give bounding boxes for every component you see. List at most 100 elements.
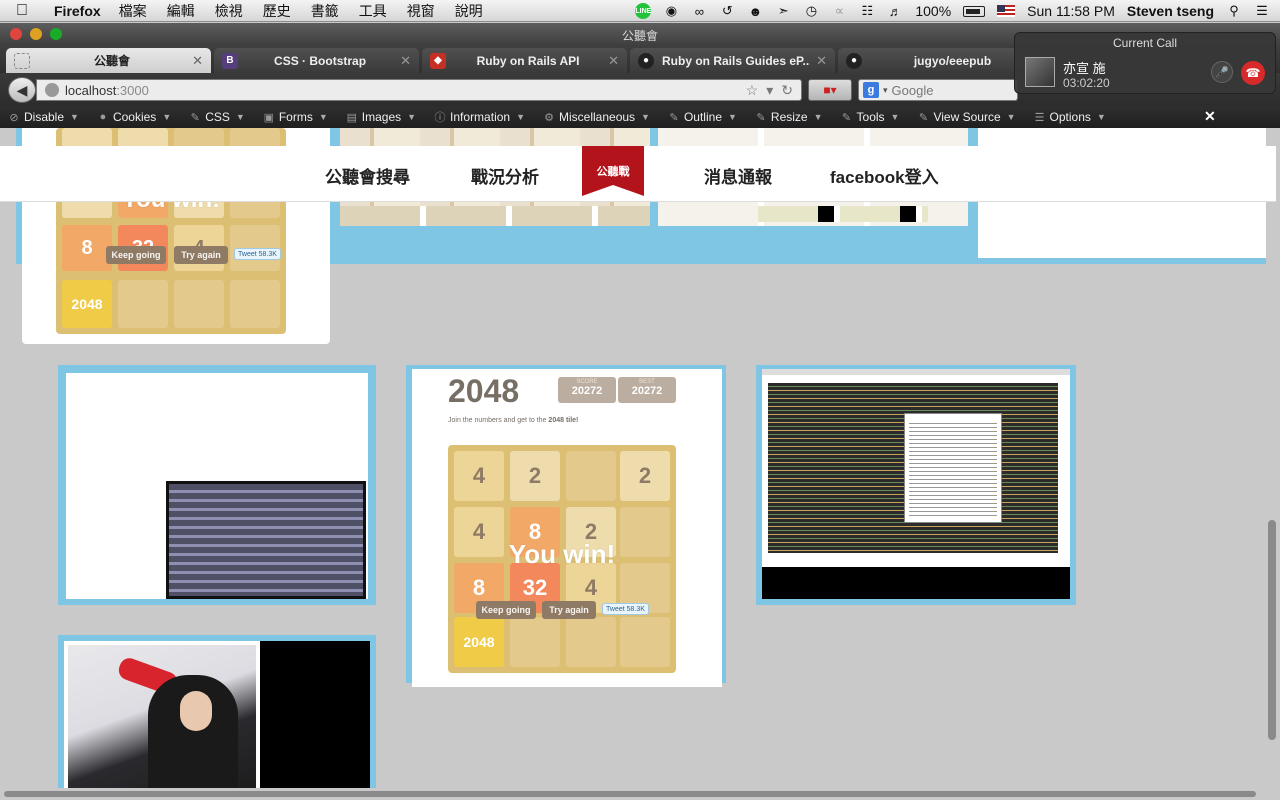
page-content: 8 32 4 2048 You win! Keep going Try agai… (0, 128, 1266, 800)
devbar-css[interactable]: ✎ CSS ▼ (181, 110, 255, 124)
menu-help[interactable]: 說明 (455, 1, 483, 21)
menu-file[interactable]: 檔案 (119, 1, 147, 21)
devbar-close-icon[interactable]: ✕ (1204, 108, 1216, 125)
photo-card[interactable] (58, 635, 376, 800)
menu-window[interactable]: 視窗 (407, 1, 435, 21)
line-app-icon[interactable]: LINE (635, 3, 652, 19)
tab-close-icon[interactable]: ✕ (192, 53, 203, 69)
menubar-user[interactable]: Steven tseng (1127, 3, 1214, 19)
score-box: SCORE 20272 (558, 377, 616, 403)
time-machine-icon[interactable]: ◷ (803, 3, 819, 19)
vertical-scrollbar[interactable] (1266, 146, 1280, 792)
devbar-images[interactable]: ▤ Images ▼ (338, 110, 426, 124)
misc-icon: ⚙ (544, 111, 554, 124)
chevron-down-icon: ▼ (1006, 112, 1016, 122)
card-black-strip (762, 567, 1070, 599)
try-again-button[interactable]: Try again (174, 246, 228, 264)
url-bar[interactable]: localhost:3000 ☆ ▾ ↻ (36, 79, 802, 101)
history-dropdown-icon[interactable]: ▾ (766, 82, 773, 99)
skype-icon[interactable]: ➣ (775, 3, 791, 19)
bluetooth-icon[interactable]: ∝ (831, 3, 847, 19)
site-identity-icon[interactable] (45, 83, 59, 97)
devbar-label: Miscellaneous (559, 110, 636, 124)
site-logo[interactable]: 公聽戰 (582, 146, 644, 196)
menu-edit[interactable]: 編輯 (167, 1, 195, 21)
nav-analysis[interactable]: 戰況分析 (471, 163, 539, 188)
tweet-button[interactable]: Tweet 58.3K (602, 603, 649, 615)
devbar-options[interactable]: ☰ Options ▼ (1026, 110, 1116, 124)
keep-going-button[interactable]: Keep going (476, 601, 536, 619)
menu-history[interactable]: 歷史 (263, 1, 291, 21)
elephant-icon[interactable]: ☻ (747, 3, 763, 19)
resize-icon: ✎ (756, 111, 766, 124)
current-call-panel[interactable]: Current Call 亦宣 施 03:02:20 🎤 ☎ (1014, 32, 1276, 94)
tweet-button[interactable]: Tweet 58.3K (234, 248, 281, 260)
tab-close-icon[interactable]: ✕ (816, 53, 827, 69)
devbar-cookies[interactable]: ● Cookies ▼ (89, 110, 181, 124)
photo-card[interactable] (756, 365, 1076, 605)
search-bar[interactable]: g ▾ Google (858, 79, 1018, 101)
tab-public-hearing[interactable]: 公聽會 ✕ (6, 48, 211, 73)
devbar-forms[interactable]: ▣ Forms ▼ (255, 110, 338, 124)
chevron-down-icon: ▼ (890, 112, 900, 122)
menu-bookmarks[interactable]: 書籤 (311, 1, 339, 21)
scrollbar-thumb[interactable] (1268, 520, 1276, 740)
tab-bootstrap-css[interactable]: B CSS · Bootstrap ✕ (214, 48, 419, 73)
devbar-label: Forms (278, 110, 313, 124)
google-engine-icon[interactable]: g (863, 82, 879, 98)
bookmark-star-icon[interactable]: ☆ (746, 82, 759, 99)
tweet-label: Tweet (606, 605, 625, 613)
creative-cloud-icon[interactable]: ∞ (691, 3, 707, 19)
devbar-information[interactable]: ⓘ Information ▼ (426, 110, 535, 124)
menubar-clock[interactable]: Sun 11:58 PM (1027, 3, 1115, 19)
devbar-view-source[interactable]: ✎ View Source ▼ (909, 110, 1025, 124)
extension-button[interactable]: ■▾ (808, 79, 852, 101)
tab-close-icon[interactable]: ✕ (608, 53, 619, 69)
nav-news[interactable]: 消息通報 (704, 163, 772, 188)
devbar-resize[interactable]: ✎ Resize ▼ (747, 110, 833, 124)
chevron-down-icon: ▼ (1096, 112, 1106, 122)
devbar-label: Images (361, 110, 402, 124)
tab-eeepub[interactable]: ● jugyo/eeepub (838, 48, 1043, 73)
devbar-miscellaneous[interactable]: ⚙ Miscellaneous ▼ (535, 110, 660, 124)
chevron-down-icon: ▼ (70, 112, 79, 122)
chevron-down-icon: ▼ (516, 112, 525, 122)
hang-up-button[interactable]: ☎ (1241, 61, 1265, 85)
apple-menu-icon[interactable]:  (16, 2, 38, 20)
devbar-outline[interactable]: ✎ Outline ▼ (660, 110, 747, 124)
devbar-label: Options (1049, 110, 1091, 124)
terminal-text (909, 420, 997, 516)
back-arrow-icon: ◀ (16, 81, 28, 98)
tab-rails-guides[interactable]: ● Ruby on Rails Guides eP... ✕ (630, 48, 835, 73)
reload-icon[interactable]: ↻ (781, 82, 793, 99)
game-tile (230, 280, 280, 328)
engine-dropdown-icon[interactable]: ▾ (883, 85, 888, 96)
horizontal-scrollbar[interactable] (0, 788, 1266, 800)
rails-icon: ◆ (430, 52, 446, 69)
notification-center-icon[interactable]: ☰ (1254, 3, 1270, 19)
mute-button[interactable]: 🎤 (1211, 61, 1233, 83)
tab-close-icon[interactable]: ✕ (400, 53, 411, 69)
app-menu-firefox[interactable]: Firefox (54, 3, 101, 19)
photo-card[interactable] (58, 365, 376, 605)
nav-hearing-search[interactable]: 公聽會搜尋 (325, 163, 410, 188)
sync-icon[interactable]: ↺ (719, 3, 735, 19)
menu-view[interactable]: 檢視 (215, 1, 243, 21)
evernote-icon[interactable]: ◉ (663, 3, 679, 19)
wifi-icon[interactable]: ☷ (859, 3, 875, 19)
nav-facebook-login[interactable]: facebook登入 (830, 163, 939, 188)
spotlight-search-icon[interactable]: ⚲ (1226, 3, 1242, 19)
devbar-disable[interactable]: ⊘ Disable ▼ (0, 110, 89, 124)
try-again-button[interactable]: Try again (542, 601, 596, 619)
devbar-tools[interactable]: ✎ Tools ▼ (833, 110, 910, 124)
input-source-flag-icon[interactable] (997, 5, 1016, 17)
back-button[interactable]: ◀ (8, 77, 36, 103)
keep-going-button[interactable]: Keep going (106, 246, 166, 264)
scrollbar-thumb[interactable] (4, 791, 1256, 797)
battery-icon[interactable] (963, 5, 986, 17)
call-title: Current Call (1112, 36, 1178, 50)
volume-icon[interactable]: ♬ (887, 3, 903, 19)
menu-tools[interactable]: 工具 (359, 1, 387, 21)
photo-card[interactable]: 2048 SCORE 20272 BEST 20272 Join the num… (406, 365, 726, 687)
tab-rails-api[interactable]: ◆ Ruby on Rails API ✕ (422, 48, 627, 73)
